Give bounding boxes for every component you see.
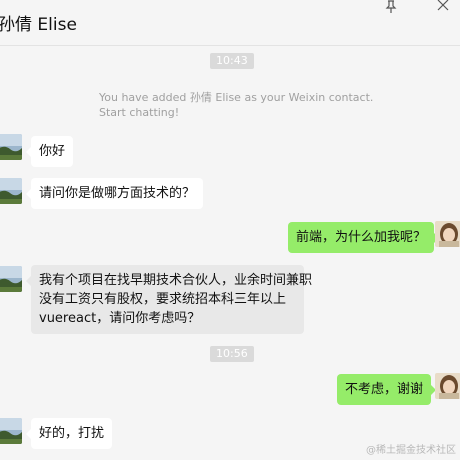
outgoing-message: 不考虑，谢谢 (337, 374, 437, 405)
message-line: vuereact，请问你考虑吗？ (39, 311, 201, 326)
contact-avatar[interactable] (0, 418, 22, 444)
contact-avatar[interactable] (0, 266, 22, 292)
chat-header: 孙倩 Elise (0, 0, 460, 46)
pin-icon[interactable] (384, 0, 398, 14)
outgoing-message: 前端，为什么加我呢？ (288, 222, 440, 253)
close-icon[interactable] (436, 0, 450, 12)
message-line: 我有个项目在找早期技术合伙人，业余时间兼职 (39, 273, 313, 288)
incoming-message: 你好 (25, 136, 74, 167)
system-message-line: Start chatting! (99, 106, 180, 119)
message-line: 没有工资只有股权，要求统招本科三年以上 (39, 292, 287, 307)
chat-title: 孙倩 Elise (0, 15, 77, 35)
user-avatar[interactable] (435, 373, 460, 399)
timestamp-badge: 10:43 (210, 53, 254, 69)
system-message: You have added 孙倩 Elise as your Weixin c… (99, 90, 389, 120)
watermark: @稀土掘金技术社区 (366, 445, 456, 456)
incoming-message: 好的，打扰 (25, 418, 113, 449)
incoming-message: 我有个项目在找早期技术合伙人，业余时间兼职 没有工资只有股权，要求统招本科三年以… (26, 265, 313, 334)
system-message-line: You have added 孙倩 Elise as your Weixin c… (99, 91, 374, 104)
contact-avatar[interactable] (0, 134, 22, 160)
contact-avatar[interactable] (0, 178, 22, 204)
user-avatar[interactable] (435, 221, 460, 247)
timestamp-badge: 10:56 (210, 346, 254, 362)
incoming-message: 请问你是做哪方面技术的？ (25, 178, 204, 209)
